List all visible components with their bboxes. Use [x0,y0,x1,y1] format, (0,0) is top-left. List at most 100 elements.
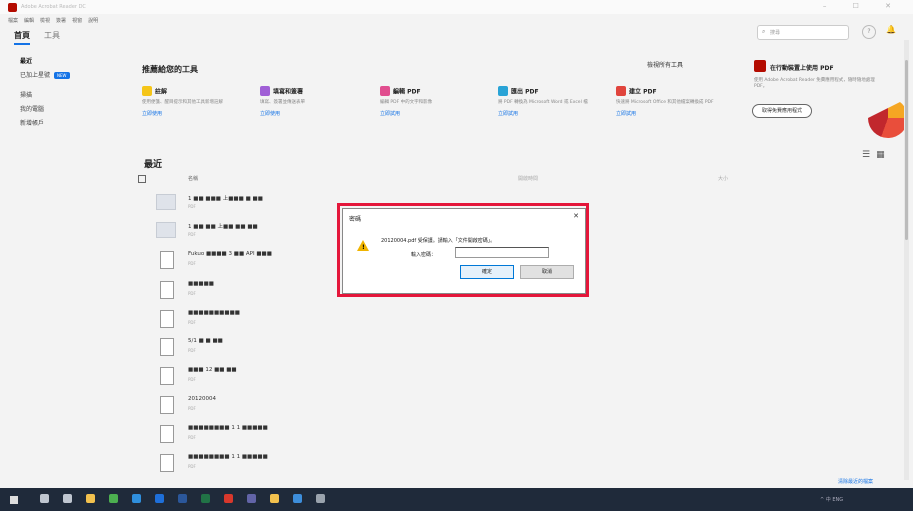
close-icon[interactable]: ✕ [573,212,579,220]
edit-pdf-icon [380,86,390,96]
promo-illustration [868,98,908,138]
dialog-message: 20120004.pdf 受保護。請輸入「文件開啟密碼」。 [381,238,496,244]
password-field[interactable] [455,247,549,258]
column-header-name[interactable]: 名稱 [188,175,198,182]
search-icon: ⌕ [762,28,766,35]
search-placeholder: 搜尋 [770,30,781,36]
sidebar-item-label: 我的電腦 [20,106,45,113]
sidebar-item-my-computer[interactable]: 我的電腦 [20,104,115,116]
tool-card-comment[interactable]: 註解 使用便箋、醒目提示和其他工具新增註解 立即使用 [142,86,250,117]
tool-name: 匯出 PDF [511,88,539,96]
file-type: PDF [188,406,196,411]
sidebar-item-scan[interactable]: 掃描 [20,90,115,102]
acrobat-logo-icon [8,3,17,12]
file-explorer-icon[interactable] [86,494,95,503]
table-row[interactable]: ■■■■■■■■ 1 1 ■■■■■ PDF [156,452,756,480]
file-name: ■■■■■ [188,281,214,287]
menu-edit[interactable]: 編輯 [24,17,34,27]
system-tray[interactable]: ^ 中 ENG [820,496,843,503]
tool-card-fill-sign[interactable]: 填寫和簽署 填寫、簽署並傳送表單 立即使用 [260,86,368,117]
cancel-button[interactable]: 取消 [520,265,574,279]
acrobat-icon[interactable] [224,494,233,503]
grid-view-icon[interactable]: ▦ [876,150,891,160]
file-type: PDF [188,261,196,266]
tool-link[interactable]: 立即試用 [498,110,606,117]
menu-file[interactable]: 檔案 [8,17,18,27]
search-taskbar-icon[interactable] [40,494,49,503]
folder-icon[interactable] [270,494,279,503]
word-icon[interactable] [178,494,187,503]
excel-icon[interactable] [201,494,210,503]
taskbar-apps [40,494,325,503]
table-row[interactable]: ■■■■■■■■ 1 1 ■■■■■ PDF [156,423,756,451]
tool-card-export-pdf[interactable]: 匯出 PDF 將 PDF 轉換為 Microsoft Word 或 Excel … [498,86,606,117]
menu-window[interactable]: 視窗 [72,17,82,27]
sidebar-item-starred[interactable]: 已加上星號 NEW [20,70,115,82]
pdf-file-icon [160,425,174,443]
help-icon[interactable]: ? [862,25,876,39]
table-row[interactable]: ■■■ 12 ■■ ■■ PDF [156,365,756,393]
file-type: PDF [188,348,196,353]
file-name: 20120004 [188,396,216,402]
app-icon[interactable] [293,494,302,503]
top-tabs: 首頁 工具 [14,30,60,45]
menu-sign[interactable]: 簽署 [56,17,66,27]
tool-name: 建立 PDF [629,88,657,96]
password-dialog: 密碼 ✕ ! 20120004.pdf 受保護。請輸入「文件開啟密碼」。 輸入密… [342,208,586,294]
menu-view[interactable]: 檢視 [40,17,50,27]
settings-icon[interactable] [316,494,325,503]
scrollbar-thumb[interactable] [905,60,908,240]
table-row[interactable]: 5/1 ■ ■ ■■ PDF [156,336,756,364]
tool-link[interactable]: 立即試用 [616,110,724,117]
outlook-icon[interactable] [155,494,164,503]
column-header-size[interactable]: 大小 [718,175,728,182]
edge-icon[interactable] [132,494,141,503]
tab-home[interactable]: 首頁 [14,30,30,45]
tool-link[interactable]: 立即試用 [380,110,488,117]
create-pdf-icon [616,86,626,96]
window-title: Adobe Acrobat Reader DC [21,4,86,10]
get-free-app-button[interactable]: 取得免費應用程式 [752,104,812,118]
table-row[interactable]: 20120004 PDF [156,394,756,422]
windows-start-icon[interactable] [10,496,18,504]
search-input[interactable]: ⌕ 搜尋 [757,25,849,40]
column-header-opened[interactable]: 開啟時間 [518,175,538,182]
recent-heading: 最近 [144,160,163,170]
task-view-icon[interactable] [63,494,72,503]
fill-sign-icon [260,86,270,96]
select-all-checkbox[interactable] [138,175,146,183]
tool-name: 填寫和簽署 [273,88,304,96]
tool-card-edit-pdf[interactable]: 編輯 PDF 編輯 PDF 中的文字和影像 立即試用 [380,86,488,117]
tool-desc: 快速將 Microsoft Office 和其他檔案轉換成 PDF [616,100,714,105]
teams-icon[interactable] [247,494,256,503]
ok-button[interactable]: 確定 [460,265,514,279]
warning-mark: ! [362,244,365,251]
notification-bell-icon[interactable]: 🔔 [886,25,896,34]
tool-desc: 編輯 PDF 中的文字和影像 [380,100,433,105]
file-name: ■■■■■■■■ 1 1 ■■■■■ [188,425,268,431]
file-name: ■■■ 12 ■■ ■■ [188,367,237,373]
new-badge: NEW [54,72,70,79]
list-view-icon[interactable]: ☰ [862,150,876,160]
sidebar-item-recent[interactable]: 最近 [20,56,115,68]
table-row[interactable]: ■■■■■■■■■■ PDF [156,308,756,336]
dialog-title: 密碼 [349,216,362,223]
tool-desc: 填寫、簽署並傳送表單 [260,100,305,105]
tools-heading: 推薦給您的工具 [142,65,198,74]
menu-help[interactable]: 說明 [88,17,98,27]
clear-recent-link[interactable]: 清除最近的檔案 [838,478,873,485]
file-name: 1 ■■ ■■ 上■■ ■■ ■■ [188,224,258,230]
sidebar-item-label: 新增帳戶 [20,120,45,127]
chrome-icon[interactable] [109,494,118,503]
window-controls[interactable]: – ☐ ✕ [823,2,903,10]
see-all-tools-link[interactable]: 檢視所有工具 [647,60,683,69]
tab-tools[interactable]: 工具 [44,30,60,45]
comment-icon [142,86,152,96]
tool-link[interactable]: 立即使用 [142,110,250,117]
tool-card-create-pdf[interactable]: 建立 PDF 快速將 Microsoft Office 和其他檔案轉換成 PDF… [616,86,724,117]
tool-link[interactable]: 立即使用 [260,110,368,117]
file-name: Fukuo ■■■■ 3 ■■ API ■■■ [188,251,272,257]
sidebar-item-add-account[interactable]: 新增帳戶 [20,118,115,130]
pdf-file-icon [160,310,174,328]
view-toggle[interactable]: ☰▦ [862,150,891,160]
